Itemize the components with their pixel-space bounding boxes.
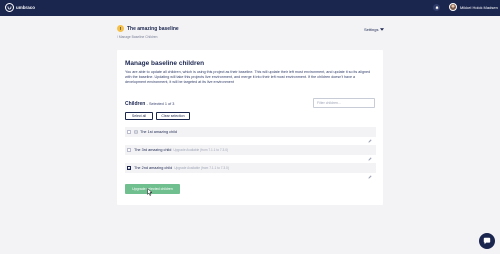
project-title-row: ! The amazing baseline	[117, 25, 179, 32]
chevron-down-icon	[380, 28, 385, 31]
child-name: The 1st amazing child	[140, 130, 177, 134]
children-heading: Children - Selected 1 of 3	[125, 101, 174, 107]
child-upgrade-note: Upgrade Available (from 7.1.1 to 7.3.0)	[174, 166, 229, 170]
child-name: The 2nd amazing child	[134, 166, 173, 170]
breadcrumb: / Manage Baseline Children	[117, 35, 158, 39]
child-checkbox[interactable]	[127, 130, 131, 134]
child-checkbox[interactable]	[127, 148, 131, 152]
filter-children-input[interactable]	[313, 98, 375, 108]
brand-name: umbraco	[16, 5, 36, 10]
select-all-button[interactable]: Select all	[125, 112, 153, 120]
clear-selection-button[interactable]: Clear selection	[156, 112, 190, 120]
child-upgrade-note: Upgrade Available (from 7.1.1 to 7.3.0)	[173, 148, 229, 152]
edit-icon[interactable]	[368, 166, 372, 179]
list-item[interactable]: The 3rd amazing child Upgrade Available …	[125, 145, 376, 161]
list-item[interactable]: The 2nd amazing child Upgrade Available …	[125, 163, 376, 179]
manage-children-card: Manage baseline children You are able to…	[117, 50, 383, 205]
settings-dropdown[interactable]: Settings	[364, 27, 385, 32]
warning-badge-icon: !	[117, 25, 124, 32]
edit-icon[interactable]	[368, 130, 372, 143]
chat-icon	[483, 237, 491, 245]
chat-support-button[interactable]	[479, 233, 495, 249]
avatar[interactable]	[449, 3, 457, 11]
child-project-icon	[134, 130, 138, 134]
child-name: The 3rd amazing child	[134, 148, 172, 152]
card-description: You are able to update all children, whi…	[125, 70, 371, 85]
card-title: Manage baseline children	[125, 60, 205, 67]
user-name[interactable]: Mikkel Holck Madsen	[460, 5, 498, 10]
bell-icon[interactable]	[433, 4, 440, 11]
child-checkbox[interactable]	[127, 166, 131, 170]
list-item[interactable]: The 1st amazing child	[125, 127, 376, 143]
edit-icon[interactable]	[368, 148, 372, 161]
children-selected-count: - Selected 1 of 3	[146, 102, 175, 106]
checkmark-icon	[128, 167, 130, 169]
project-title: The amazing baseline	[127, 25, 179, 32]
top-navbar: umbraco Mikkel Holck Madsen	[0, 0, 500, 16]
settings-label: Settings	[364, 27, 379, 32]
umbraco-logo-icon	[5, 3, 14, 12]
umbraco-logo[interactable]: umbraco	[5, 3, 35, 12]
mouse-cursor-icon	[147, 188, 153, 196]
children-label: Children	[125, 101, 146, 107]
